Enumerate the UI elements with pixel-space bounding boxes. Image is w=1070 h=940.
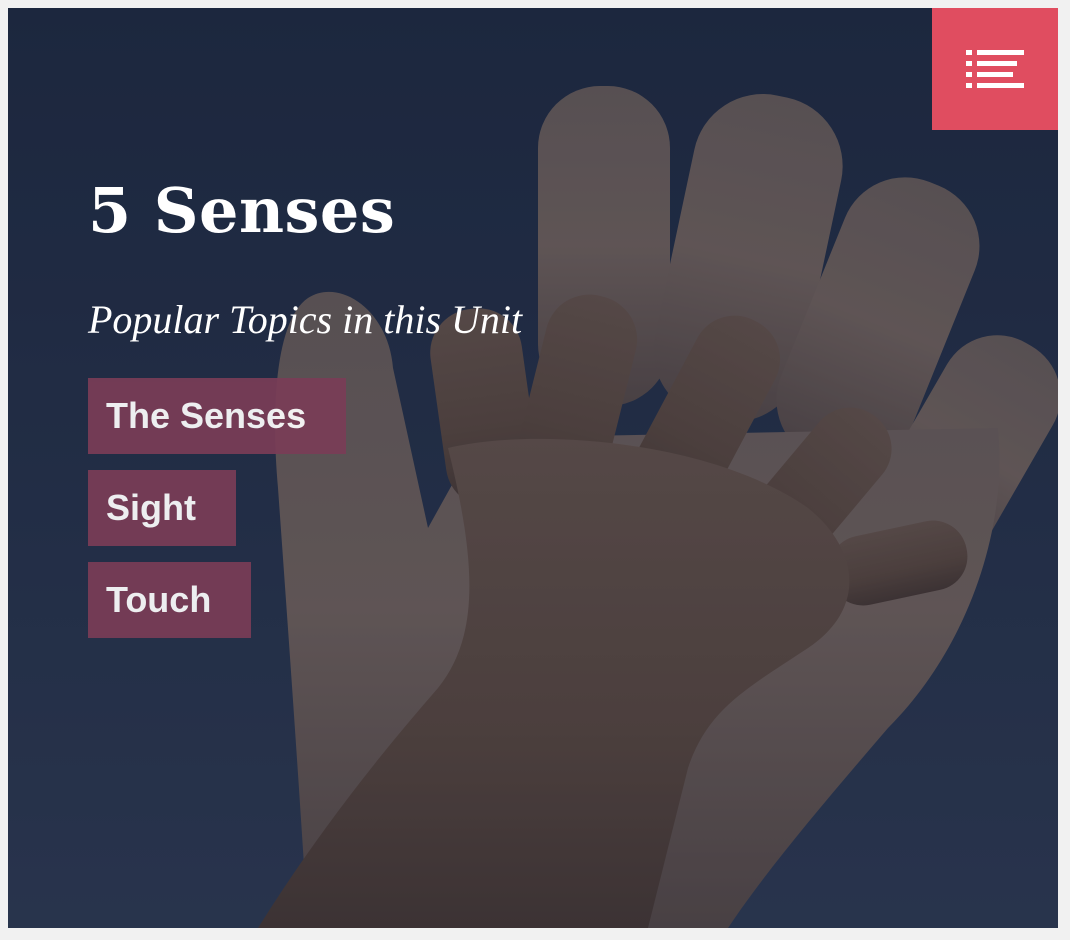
unit-hero-card: 5 Senses Popular Topics in this Unit The… xyxy=(8,8,1058,928)
topic-link-touch[interactable]: Touch xyxy=(88,562,252,638)
topic-link-the-senses[interactable]: The Senses xyxy=(88,378,347,454)
list-menu-icon xyxy=(966,50,1024,88)
menu-button[interactable] xyxy=(932,8,1058,130)
unit-title: 5 Senses xyxy=(88,174,396,247)
topics-subtitle: Popular Topics in this Unit xyxy=(88,297,523,342)
hero-content: 5 Senses Popular Topics in this Unit The… xyxy=(88,168,688,638)
topic-list: The Senses Sight Touch xyxy=(88,378,688,638)
topic-link-sight[interactable]: Sight xyxy=(88,470,236,546)
